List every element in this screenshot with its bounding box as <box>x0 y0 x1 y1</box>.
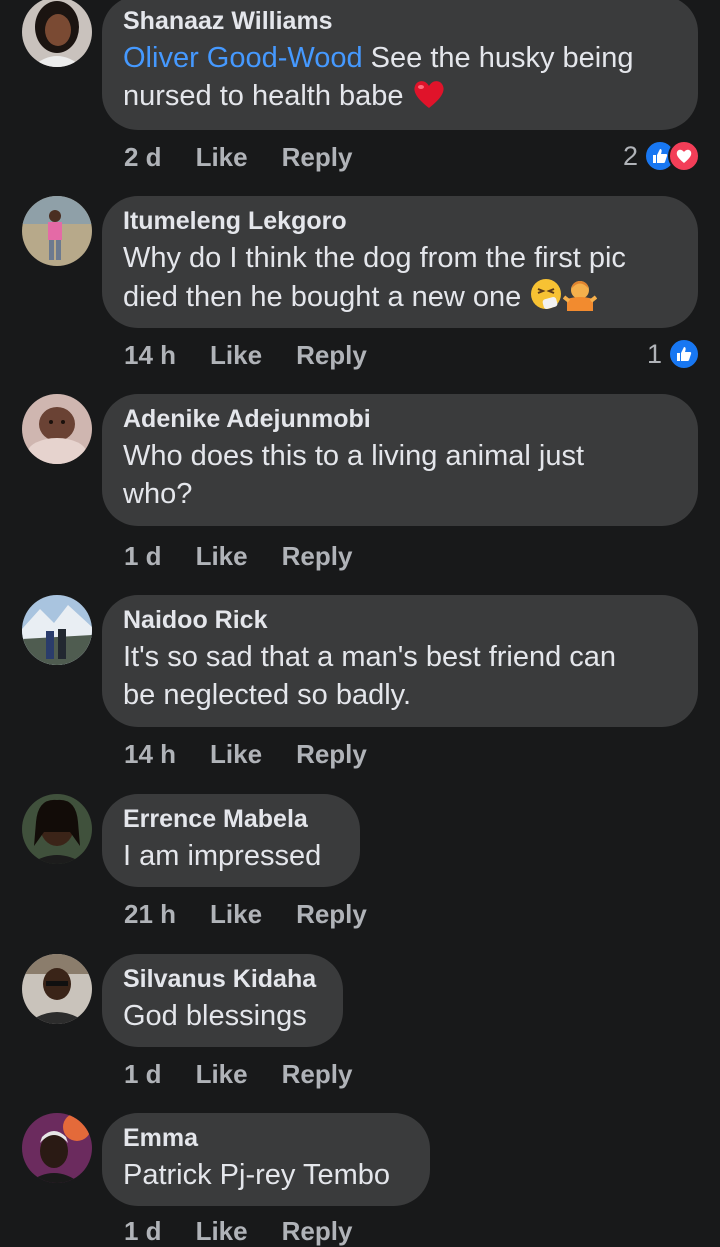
like-button[interactable]: Like <box>196 142 248 173</box>
comment-actions: 1 d Like Reply <box>124 1216 386 1247</box>
comment-author[interactable]: Itumeleng Lekgoro <box>123 206 676 236</box>
comment-timestamp[interactable]: 14 h <box>124 340 176 371</box>
avatar[interactable] <box>22 595 92 665</box>
shrugging-person-emoji <box>563 277 598 311</box>
comment-author[interactable]: Adenike Adejunmobi <box>123 404 676 434</box>
comment-bubble[interactable]: Naidoo Rick It's so sad that a man's bes… <box>102 595 698 727</box>
comment-timestamp[interactable]: 1 d <box>124 541 162 572</box>
comment-timestamp[interactable]: 1 d <box>124 1216 162 1247</box>
comment-bubble[interactable]: Silvanus Kidaha God blessings <box>102 954 343 1047</box>
like-button[interactable]: Like <box>210 899 262 930</box>
comment-actions: 21 h Like Reply <box>124 899 401 930</box>
reply-button[interactable]: Reply <box>296 340 367 371</box>
reaction-count: 2 <box>622 140 638 171</box>
avatar[interactable] <box>22 954 92 1024</box>
comment-actions: 2 d Like Reply <box>124 142 386 173</box>
reply-button[interactable]: Reply <box>282 1216 353 1247</box>
comment-text-line1: Who does this to a living animal just <box>123 440 584 472</box>
comment-text-line2: be neglected so badly. <box>123 679 412 711</box>
comment-text-line1: God blessings <box>123 1000 307 1032</box>
comment-bubble[interactable]: Adenike Adejunmobi Who does this to a li… <box>102 394 698 526</box>
like-button[interactable]: Like <box>196 1216 248 1247</box>
reply-button[interactable]: Reply <box>282 142 353 173</box>
reply-button[interactable]: Reply <box>296 739 367 770</box>
reaction-summary[interactable]: 2 <box>623 140 700 172</box>
comment-text-line1: Patrick Pj-rey Tembo <box>123 1159 390 1191</box>
mention-link[interactable]: Oliver Good-Wood <box>123 42 363 74</box>
reply-button[interactable]: Reply <box>296 899 367 930</box>
comment-bubble[interactable]: Shanaaz Williams Oliver Good-Wood See th… <box>102 0 698 130</box>
comment-text-line1: Why do I think the dog from the first pi… <box>123 242 626 274</box>
avatar[interactable] <box>22 394 92 464</box>
comment-timestamp[interactable]: 14 h <box>124 739 176 770</box>
like-icon <box>668 338 700 370</box>
reply-button[interactable]: Reply <box>282 1059 353 1090</box>
comment-author[interactable]: Shanaaz Williams <box>123 6 676 36</box>
comment-bubble[interactable]: Errence Mabela I am impressed <box>102 794 360 887</box>
comment-actions: 1 d Like Reply <box>124 541 386 572</box>
comment-text-line2: nursed to health babe <box>123 80 404 112</box>
avatar[interactable] <box>22 794 92 864</box>
avatar[interactable] <box>22 0 92 67</box>
comment-bubble[interactable]: Emma Patrick Pj-rey Tembo <box>102 1113 430 1206</box>
reaction-summary[interactable]: 1 <box>647 338 700 370</box>
avatar[interactable] <box>22 196 92 266</box>
comment-text-line1: See the husky being <box>362 42 634 74</box>
red-heart-emoji <box>412 78 446 110</box>
love-icon <box>668 140 700 172</box>
comment-timestamp[interactable]: 21 h <box>124 899 176 930</box>
comment-author[interactable]: Errence Mabela <box>123 804 338 834</box>
avatar[interactable] <box>22 1113 92 1183</box>
reply-button[interactable]: Reply <box>282 541 353 572</box>
reaction-count: 1 <box>646 338 662 369</box>
comment-author[interactable]: Emma <box>123 1123 408 1153</box>
comment-text: died then he bought a new one <box>123 277 676 316</box>
like-button[interactable]: Like <box>210 340 262 371</box>
like-button[interactable]: Like <box>196 541 248 572</box>
sneezing-face-emoji <box>529 277 563 311</box>
comment-bubble[interactable]: Itumeleng Lekgoro Why do I think the dog… <box>102 196 698 328</box>
comment-timestamp[interactable]: 2 d <box>124 142 162 173</box>
comment-actions: 14 h Like Reply <box>124 340 401 371</box>
comment-text: nursed to health babe <box>123 77 676 115</box>
comment-author[interactable]: Silvanus Kidaha <box>123 964 321 994</box>
comment-actions: 1 d Like Reply <box>124 1059 386 1090</box>
like-button[interactable]: Like <box>210 739 262 770</box>
comment-actions: 14 h Like Reply <box>124 739 401 770</box>
comment-text-line1: I am impressed <box>123 840 322 872</box>
comment-timestamp[interactable]: 1 d <box>124 1059 162 1090</box>
comment-text: Oliver Good-Wood See the husky being <box>123 39 676 77</box>
comment-text-line1: It's so sad that a man's best friend can <box>123 641 617 673</box>
like-button[interactable]: Like <box>196 1059 248 1090</box>
comment-text-line2: died then he bought a new one <box>123 281 522 313</box>
comment-author[interactable]: Naidoo Rick <box>123 605 676 635</box>
comment-text-line2: who? <box>123 478 193 510</box>
